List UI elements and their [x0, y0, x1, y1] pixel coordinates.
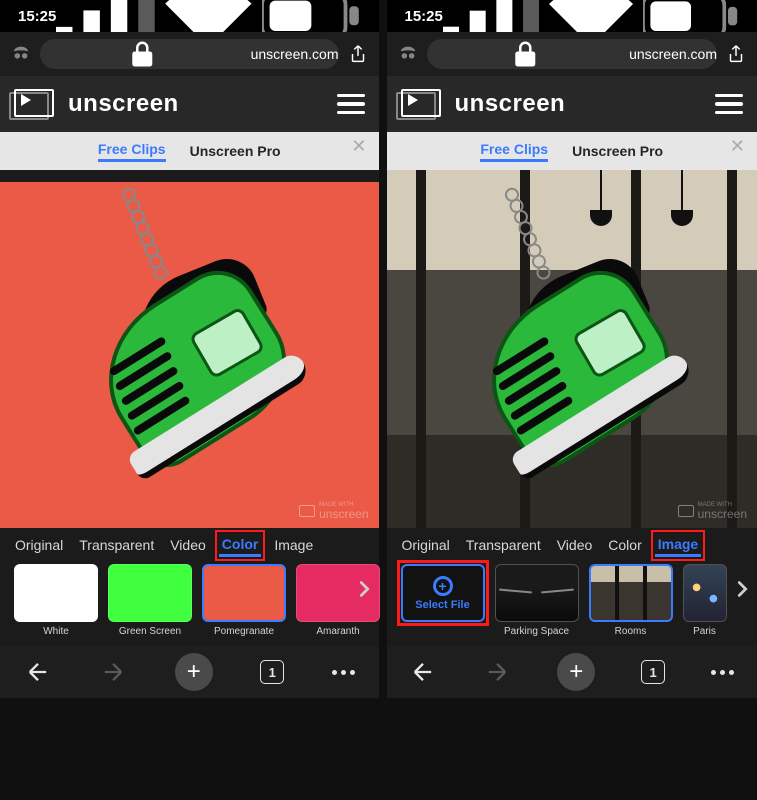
- bg-tab-video[interactable]: Video: [554, 535, 596, 555]
- bg-tab-original[interactable]: Original: [12, 535, 66, 555]
- url-field[interactable]: unscreen.com: [40, 39, 339, 69]
- nav-forward-icon: [483, 658, 511, 686]
- brand-logo[interactable]: unscreen: [401, 89, 566, 119]
- phone-screenshot-right: 15:25 unscreen.com unscreen Free Clips U…: [387, 0, 757, 698]
- bg-tab-original[interactable]: Original: [399, 535, 453, 555]
- lock-icon: [40, 39, 245, 69]
- tabs-count[interactable]: 1: [260, 660, 284, 684]
- swatch-rooms[interactable]: Rooms: [589, 564, 673, 637]
- url-text: unscreen.com: [251, 46, 339, 62]
- nav-back-icon[interactable]: [409, 658, 437, 686]
- browser-toolbar: + 1: [0, 646, 379, 698]
- swatch-white[interactable]: White: [14, 564, 98, 637]
- bg-tab-color[interactable]: Color: [605, 535, 644, 555]
- swatches-next-icon[interactable]: [731, 578, 753, 600]
- swatches-next-icon[interactable]: [353, 578, 375, 600]
- bg-tab-image[interactable]: Image: [271, 535, 316, 555]
- app-header: unscreen: [387, 76, 757, 132]
- more-icon[interactable]: [332, 670, 355, 675]
- select-file-button[interactable]: +Select File: [401, 564, 485, 622]
- bg-tab-transparent[interactable]: Transparent: [76, 535, 157, 555]
- url-field[interactable]: unscreen.com: [427, 39, 718, 69]
- private-mode-icon[interactable]: [397, 43, 419, 65]
- close-icon[interactable]: ✕: [730, 136, 745, 157]
- preview-area: MADE WITH unscreen: [387, 170, 757, 528]
- watermark: MADE WITH unscreen: [299, 502, 368, 520]
- background-type-tabs: Original Transparent Video Color Image: [387, 528, 757, 562]
- bg-tab-color[interactable]: Color: [219, 534, 262, 557]
- watermark: MADE WITH unscreen: [678, 502, 747, 520]
- menu-icon[interactable]: [715, 94, 743, 115]
- status-time: 15:25: [405, 8, 443, 25]
- share-icon[interactable]: [347, 43, 369, 65]
- swatch-pomegranate[interactable]: Pomegranate: [202, 564, 286, 637]
- bg-tab-image[interactable]: Image: [655, 534, 701, 557]
- brand-logo[interactable]: unscreen: [14, 89, 179, 119]
- nav-back-icon[interactable]: [24, 658, 52, 686]
- private-mode-icon[interactable]: [10, 43, 32, 65]
- tab-free-clips[interactable]: Free Clips: [480, 141, 548, 162]
- nav-forward-icon: [99, 658, 127, 686]
- tab-free-clips[interactable]: Free Clips: [98, 141, 166, 162]
- bg-tab-video[interactable]: Video: [167, 535, 209, 555]
- color-swatch-row: White Green Screen Pomegranate Amaranth: [0, 562, 379, 646]
- share-icon[interactable]: [725, 43, 747, 65]
- nav-tabs: Free Clips Unscreen Pro ✕: [387, 132, 757, 170]
- app-header: unscreen: [0, 76, 379, 132]
- tab-unscreen-pro[interactable]: Unscreen Pro: [190, 143, 281, 159]
- browser-address-bar: unscreen.com: [387, 32, 757, 76]
- swatch-paris[interactable]: Paris: [683, 564, 727, 637]
- menu-icon[interactable]: [337, 94, 365, 115]
- url-text: unscreen.com: [629, 46, 717, 62]
- close-icon[interactable]: ✕: [351, 136, 366, 157]
- brand-name: unscreen: [68, 90, 179, 118]
- preview-area: MADE WITH unscreen: [0, 170, 379, 528]
- swatch-parking-space[interactable]: Parking Space: [495, 564, 579, 637]
- image-swatch-row: +Select File Parking Space Rooms Paris: [387, 562, 757, 646]
- more-icon[interactable]: [711, 670, 734, 675]
- lock-icon: [427, 39, 624, 69]
- phone-screenshot-left: 15:25 unscreen.com unscreen Free Clips U…: [0, 0, 379, 698]
- background-type-tabs: Original Transparent Video Color Image: [0, 528, 379, 562]
- status-bar: 15:25: [387, 0, 757, 32]
- browser-address-bar: unscreen.com: [0, 32, 379, 76]
- browser-toolbar: + 1: [387, 646, 757, 698]
- plus-icon: +: [433, 576, 453, 596]
- nav-tabs: Free Clips Unscreen Pro ✕: [0, 132, 379, 170]
- tab-unscreen-pro[interactable]: Unscreen Pro: [572, 143, 663, 159]
- swatch-amaranth[interactable]: Amaranth: [296, 564, 380, 637]
- status-time: 15:25: [18, 8, 56, 25]
- swatch-green-screen[interactable]: Green Screen: [108, 564, 192, 637]
- status-bar: 15:25: [0, 0, 379, 32]
- bg-tab-transparent[interactable]: Transparent: [463, 535, 544, 555]
- brand-name: unscreen: [455, 90, 566, 118]
- new-tab-button[interactable]: +: [557, 653, 595, 691]
- new-tab-button[interactable]: +: [175, 653, 213, 691]
- tabs-count[interactable]: 1: [641, 660, 665, 684]
